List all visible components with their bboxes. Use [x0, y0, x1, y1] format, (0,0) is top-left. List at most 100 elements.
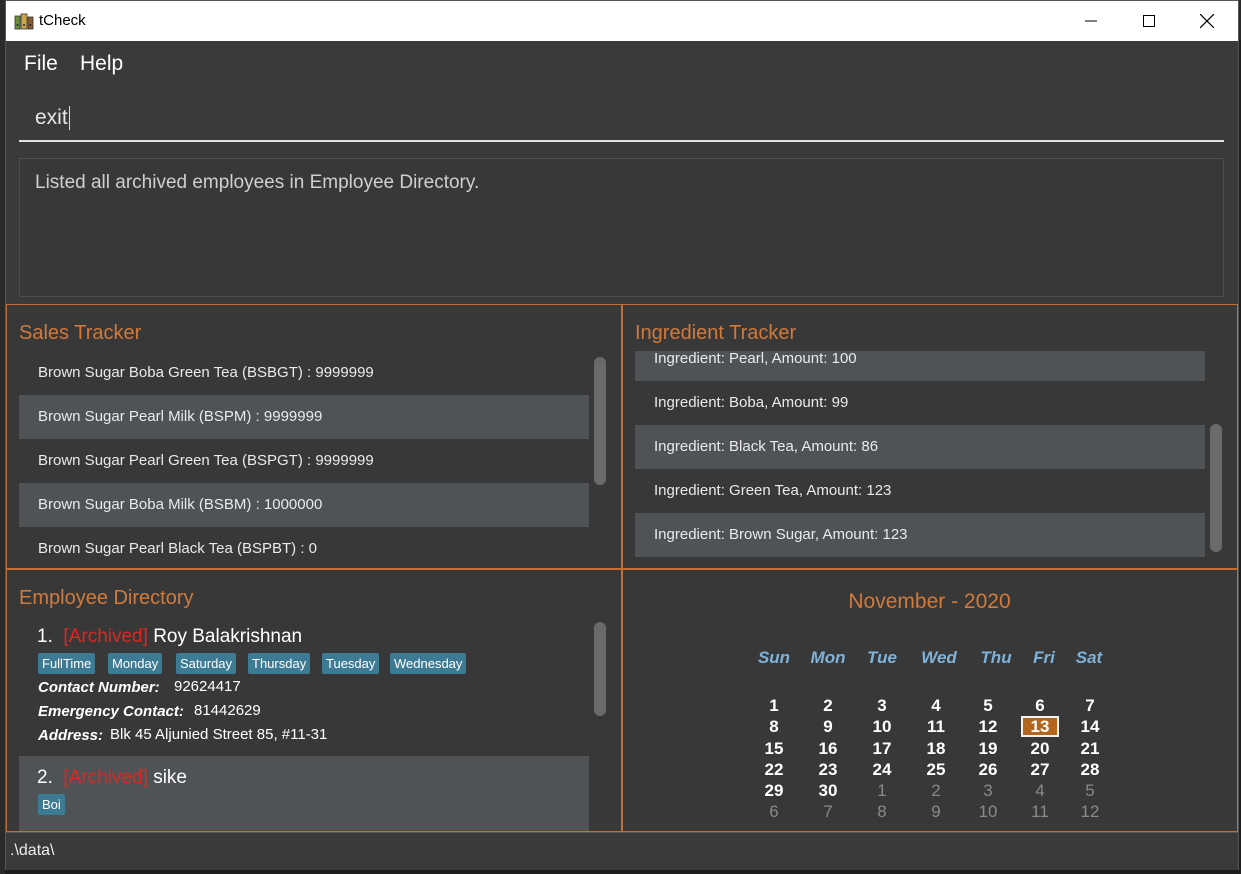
- calendar-day[interactable]: 16: [803, 738, 853, 759]
- calendar-day[interactable]: 9: [911, 801, 961, 822]
- calendar-day[interactable]: 22: [749, 759, 799, 780]
- calendar-day[interactable]: 24: [857, 759, 907, 780]
- calendar-day[interactable]: 11: [911, 716, 961, 737]
- app-window: tCheck File Help exit Listed all archive…: [5, 0, 1239, 870]
- calendar-day[interactable]: 18: [911, 738, 961, 759]
- list-item[interactable]: Ingredient: Green Tea, Amount: 123: [635, 469, 1205, 513]
- archived-status: [Archived]: [63, 767, 148, 788]
- calendar-day[interactable]: 11: [1015, 801, 1065, 822]
- contact-number: 92624417: [174, 678, 241, 695]
- calendar-day[interactable]: 12: [1065, 801, 1115, 822]
- calendar-panel: November - 2020 Sun Mon Tue Wed Thu Fri …: [622, 569, 1238, 832]
- address-label: Address:: [38, 727, 104, 744]
- calendar-day[interactable]: 5: [963, 695, 1013, 716]
- save-path: .\data\: [10, 842, 55, 859]
- menu-file[interactable]: File: [24, 52, 58, 76]
- list-item[interactable]: Ingredient: Brown Sugar, Amount: 123: [635, 513, 1205, 557]
- employee-directory-panel: Employee Directory 1. [Archived] Roy Bal…: [6, 569, 622, 832]
- employee-tag: FullTime: [38, 653, 96, 674]
- list-item[interactable]: Ingredient: Boba, Amount: 99: [635, 381, 1205, 425]
- calendar-day[interactable]: 4: [1015, 780, 1065, 801]
- calendar-day[interactable]: 30: [803, 780, 853, 801]
- calendar-day[interactable]: 12: [963, 716, 1013, 737]
- calendar-day[interactable]: 26: [963, 759, 1013, 780]
- list-item[interactable]: Brown Sugar Pearl Black Tea (BSPBT) : 0: [19, 527, 589, 557]
- calendar-day[interactable]: 9: [803, 716, 853, 737]
- calendar-day[interactable]: 6: [749, 801, 799, 822]
- list-item[interactable]: Ingredient: Pearl, Amount: 100: [635, 351, 1205, 381]
- list-item[interactable]: Brown Sugar Boba Milk (BSBM) : 1000000: [19, 483, 589, 527]
- employee-index: 2.: [37, 767, 53, 788]
- calendar-day[interactable]: 10: [857, 716, 907, 737]
- weekday-sun: Sun: [757, 648, 791, 667]
- sales-scrollbar[interactable]: [594, 357, 606, 485]
- calendar-day[interactable]: 25: [911, 759, 961, 780]
- weekday-wed: Wed: [921, 648, 957, 667]
- calendar-day[interactable]: 1: [857, 780, 907, 801]
- command-input[interactable]: exit: [19, 95, 1224, 142]
- list-item[interactable]: Brown Sugar Boba Green Tea (BSBGT) : 999…: [19, 351, 589, 395]
- calendar-day-today[interactable]: 13: [1021, 716, 1059, 737]
- list-item[interactable]: Ingredient: Black Tea, Amount: 86: [635, 425, 1205, 469]
- employee-card[interactable]: 1. [Archived] Roy Balakrishnan FullTime …: [19, 616, 589, 756]
- ingredient-tracker-title: Ingredient Tracker: [635, 322, 797, 344]
- employee-directory-title: Employee Directory: [19, 587, 194, 609]
- calendar-day[interactable]: 5: [1065, 780, 1115, 801]
- sales-list[interactable]: Brown Sugar Boba Green Tea (BSBGT) : 999…: [19, 351, 609, 557]
- list-item[interactable]: Brown Sugar Pearl Green Tea (BSPGT) : 99…: [19, 439, 589, 483]
- calendar-day[interactable]: 4: [911, 695, 961, 716]
- ingredient-list[interactable]: Ingredient: Pearl, Amount: 100 Ingredien…: [635, 351, 1227, 557]
- calendar-day[interactable]: 3: [857, 695, 907, 716]
- calendar-day[interactable]: 20: [1015, 738, 1065, 759]
- maximize-button[interactable]: [1120, 1, 1178, 41]
- calendar-day[interactable]: 6: [1015, 695, 1065, 716]
- minimize-button[interactable]: [1062, 1, 1120, 41]
- sales-tracker-title: Sales Tracker: [19, 322, 142, 344]
- calendar-day[interactable]: 28: [1065, 759, 1115, 780]
- calendar-day[interactable]: 15: [749, 738, 799, 759]
- calendar-day[interactable]: 8: [749, 716, 799, 737]
- employee-card[interactable]: 2. [Archived] sike Boi: [19, 756, 589, 831]
- weekday-fri: Fri: [1033, 648, 1055, 667]
- employee-name: sike: [153, 767, 187, 788]
- title-bar[interactable]: tCheck: [6, 1, 1238, 41]
- employee-tag: Monday: [108, 653, 163, 674]
- calendar-day[interactable]: 2: [911, 780, 961, 801]
- employee-tag: Wednesday: [390, 653, 467, 674]
- calendar-day[interactable]: 27: [1015, 759, 1065, 780]
- archived-status: [Archived]: [63, 626, 148, 647]
- window-title: tCheck: [39, 12, 86, 29]
- menu-bar: File Help: [6, 41, 1238, 85]
- calendar-day[interactable]: 7: [1065, 695, 1115, 716]
- ingredient-tracker-panel: Ingredient Tracker Ingredient: Pearl, Am…: [622, 304, 1238, 569]
- employee-tag: Tuesday: [322, 653, 380, 674]
- employee-tag: Thursday: [248, 653, 311, 674]
- calendar-day[interactable]: 21: [1065, 738, 1115, 759]
- calendar-day[interactable]: 29: [749, 780, 799, 801]
- address: Blk 45 Aljunied Street 85, #11-31: [110, 726, 328, 743]
- calendar-day[interactable]: 17: [857, 738, 907, 759]
- calendar-day[interactable]: 14: [1065, 716, 1115, 737]
- list-item[interactable]: Brown Sugar Pearl Milk (BSPM) : 9999999: [19, 395, 589, 439]
- calendar-day[interactable]: 10: [963, 801, 1013, 822]
- calendar-day[interactable]: 8: [857, 801, 907, 822]
- text-caret: [68, 106, 70, 131]
- calendar-day[interactable]: 19: [963, 738, 1013, 759]
- ingredient-scrollbar[interactable]: [1210, 424, 1222, 552]
- menu-help[interactable]: Help: [80, 52, 123, 76]
- calendar-title: November - 2020: [848, 590, 1011, 613]
- calendar-day[interactable]: 1: [749, 695, 799, 716]
- close-button[interactable]: [1178, 1, 1236, 41]
- calendar-day[interactable]: 2: [803, 695, 853, 716]
- employee-tag: Boi: [38, 794, 65, 815]
- calendar-day[interactable]: 3: [963, 780, 1013, 801]
- weekday-thu: Thu: [980, 648, 1012, 667]
- sales-tracker-panel: Sales Tracker Brown Sugar Boba Green Tea…: [6, 304, 622, 569]
- status-bar: .\data\: [6, 832, 1238, 870]
- calendar-day[interactable]: 23: [803, 759, 853, 780]
- result-display[interactable]: Listed all archived employees in Employe…: [19, 158, 1224, 297]
- weekday-mon: Mon: [810, 648, 846, 667]
- calendar-day[interactable]: 7: [803, 801, 853, 822]
- employee-list[interactable]: 1. [Archived] Roy Balakrishnan FullTime …: [19, 616, 609, 831]
- employee-scrollbar[interactable]: [594, 622, 606, 716]
